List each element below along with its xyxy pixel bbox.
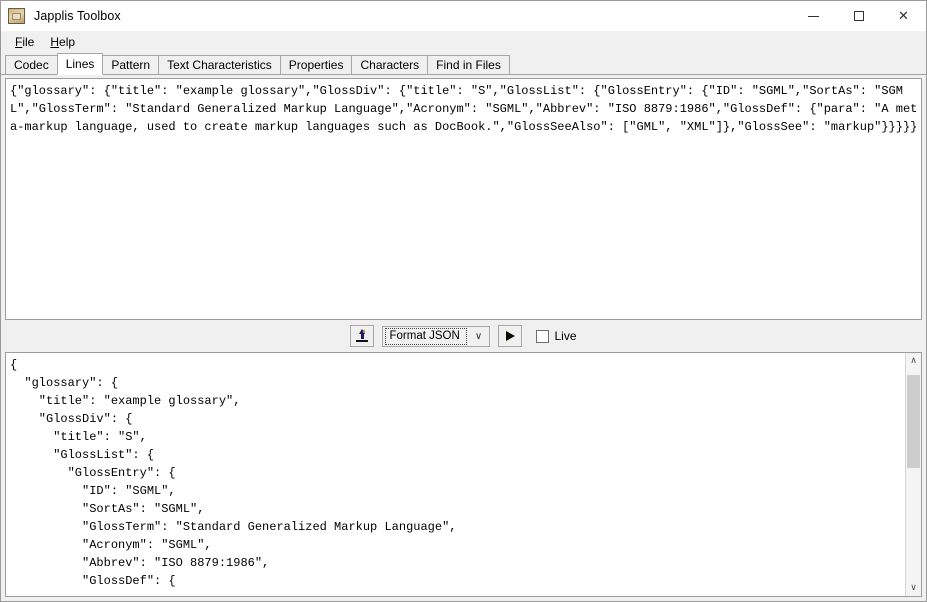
output-text-wrap: { "glossary": { "title": "example glossa… xyxy=(6,353,905,596)
chevron-down-icon[interactable]: ∨ xyxy=(467,331,489,342)
tab-properties[interactable]: Properties xyxy=(279,55,353,75)
input-text-panel[interactable]: {"glossary": {"title": "example glossary… xyxy=(5,78,922,320)
menu-file-rest: ile xyxy=(22,35,35,49)
live-checkbox-group[interactable]: Live xyxy=(536,329,577,343)
app-window: Japplis Toolbox ✕ File Help Codec Lines … xyxy=(0,0,927,602)
play-icon xyxy=(505,331,515,341)
tab-properties-label: Properties xyxy=(288,58,344,72)
upload-arrow-base xyxy=(356,339,369,342)
tab-pattern[interactable]: Pattern xyxy=(102,55,160,75)
title-bar: Japplis Toolbox ✕ xyxy=(1,1,926,31)
tab-codec-label: Codec xyxy=(14,58,49,72)
menu-item-file[interactable]: File xyxy=(7,33,42,51)
scroll-up-icon[interactable]: ∧ xyxy=(906,353,921,369)
tab-pattern-label: Pattern xyxy=(111,58,151,72)
tab-lines-label: Lines xyxy=(65,57,95,71)
menu-item-help[interactable]: Help xyxy=(42,33,83,51)
output-text-panel[interactable]: { "glossary": { "title": "example glossa… xyxy=(5,352,922,597)
live-checkbox[interactable] xyxy=(536,329,550,343)
tab-characters-label: Characters xyxy=(360,58,420,72)
tab-find-in-files[interactable]: Find in Files xyxy=(427,55,510,75)
menu-bar: File Help xyxy=(1,31,926,53)
output-vertical-scrollbar[interactable]: ∧ ∨ xyxy=(905,353,921,596)
scrollbar-track[interactable] xyxy=(906,369,921,580)
tab-content-lines: {"glossary": {"title": "example glossary… xyxy=(1,75,926,601)
action-toolbar: Format JSON ∨ Live xyxy=(5,320,922,352)
maximize-button[interactable] xyxy=(836,1,881,31)
upload-arrow-glint xyxy=(363,330,366,333)
minimize-icon xyxy=(808,15,819,17)
tab-lines[interactable]: Lines xyxy=(56,53,104,75)
run-button[interactable] xyxy=(498,325,523,347)
tab-bar: Codec Lines Pattern Text Characteristics… xyxy=(1,53,926,75)
window-controls: ✕ xyxy=(791,1,926,31)
close-icon: ✕ xyxy=(898,8,909,24)
tab-text-characteristics-label: Text Characteristics xyxy=(167,58,272,72)
window-title: Japplis Toolbox xyxy=(34,9,121,23)
upload-arrow-shaft xyxy=(360,334,364,339)
close-button[interactable]: ✕ xyxy=(881,1,926,31)
output-text-area[interactable]: { "glossary": { "title": "example glossa… xyxy=(6,353,905,590)
toolbox-icon xyxy=(8,8,25,24)
export-button[interactable] xyxy=(350,325,375,347)
upload-arrow-icon xyxy=(355,329,369,343)
tab-codec[interactable]: Codec xyxy=(5,55,58,75)
menu-help-rest: elp xyxy=(59,35,76,49)
tab-characters[interactable]: Characters xyxy=(351,55,429,75)
scroll-down-icon[interactable]: ∨ xyxy=(906,580,921,596)
tab-text-characteristics[interactable]: Text Characteristics xyxy=(158,55,281,75)
action-select-value: Format JSON xyxy=(385,327,468,345)
maximize-icon xyxy=(853,11,864,21)
minimize-button[interactable] xyxy=(791,1,836,31)
input-text-area[interactable]: {"glossary": {"title": "example glossary… xyxy=(6,79,919,136)
live-checkbox-label: Live xyxy=(554,329,577,343)
tab-find-in-files-label: Find in Files xyxy=(436,58,501,72)
menu-help-mnemonic: H xyxy=(50,35,60,49)
action-select[interactable]: Format JSON ∨ xyxy=(382,325,491,347)
scrollbar-thumb[interactable] xyxy=(907,375,920,468)
